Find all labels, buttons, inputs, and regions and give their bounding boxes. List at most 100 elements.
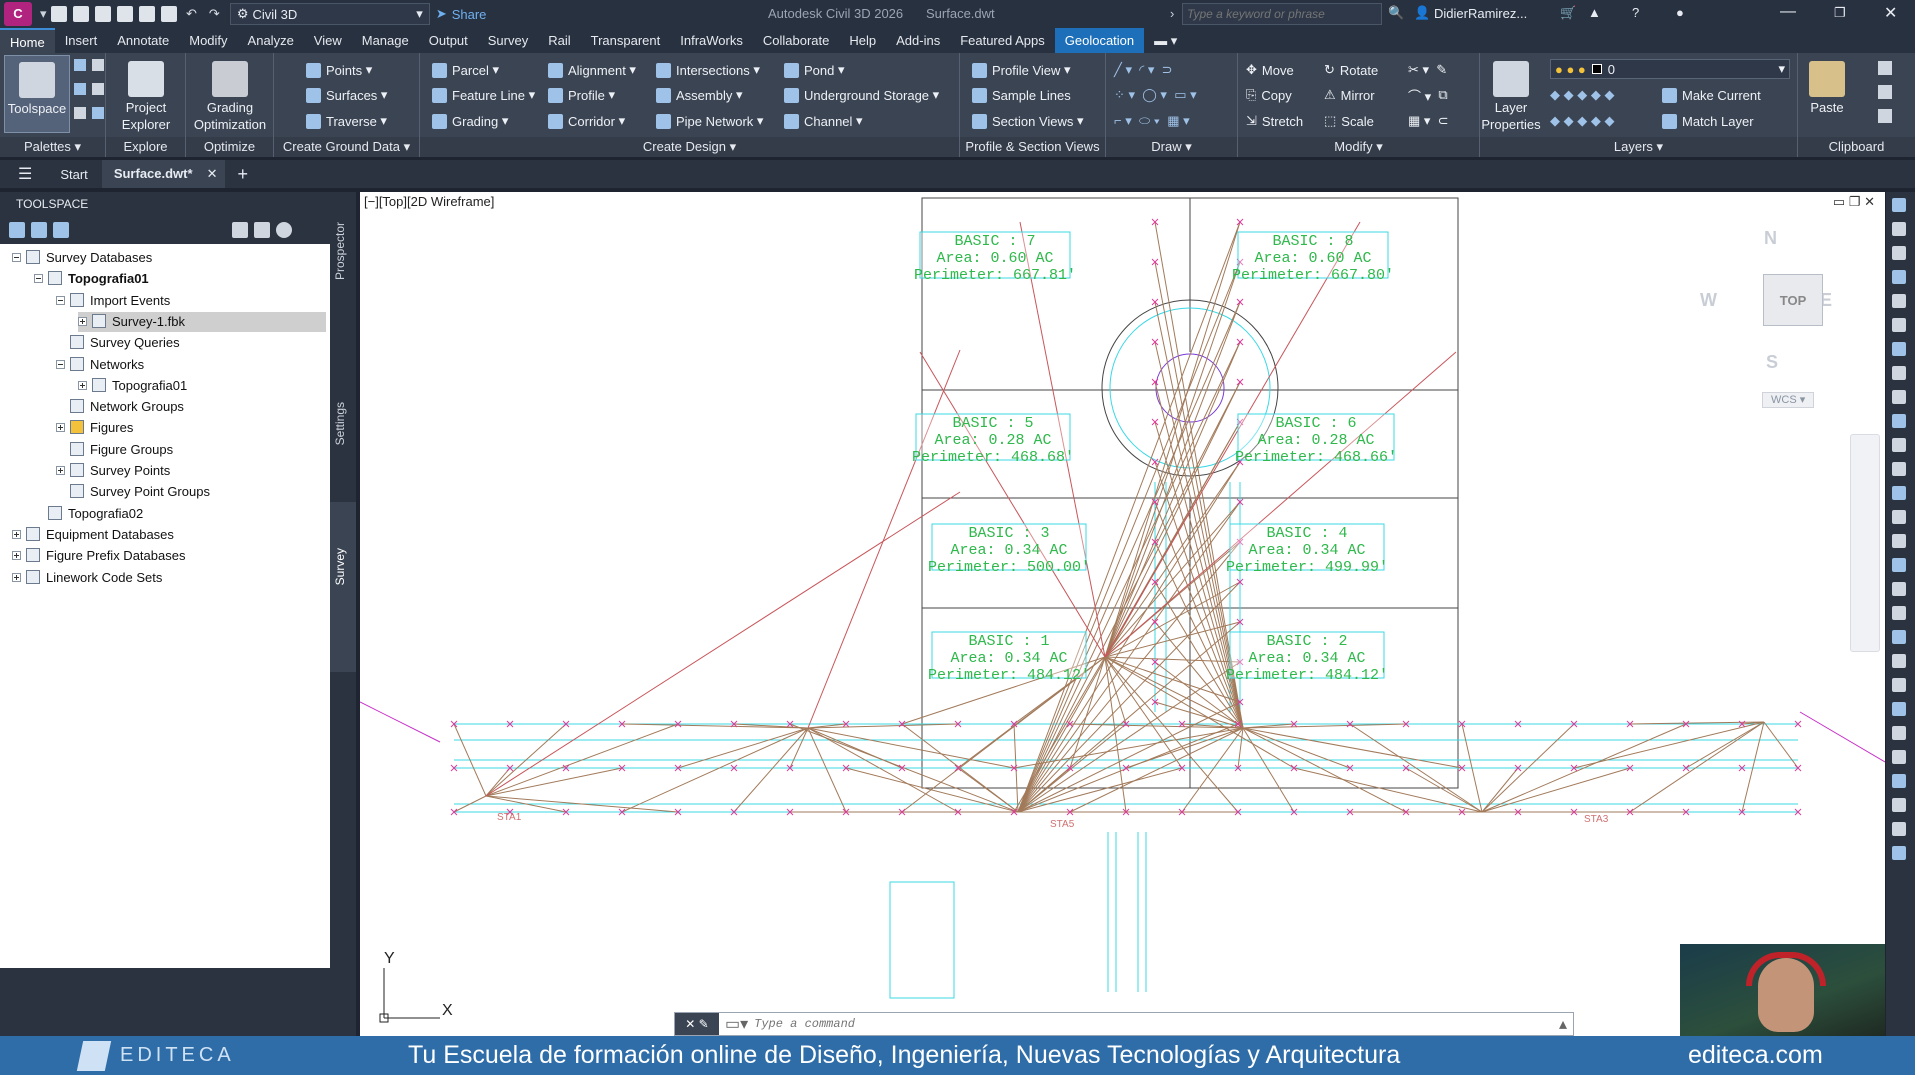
- side-tool-icon[interactable]: [1892, 390, 1906, 404]
- corridor-button[interactable]: Corridor ▾: [548, 110, 625, 132]
- ribbon-tab-rail[interactable]: Rail: [538, 28, 580, 53]
- workspace-dropdown[interactable]: ⚙ Civil 3D ▾: [229, 3, 430, 25]
- rotate-button[interactable]: ↻ Rotate: [1324, 59, 1378, 81]
- tree-toggle-icon[interactable]: [78, 380, 87, 390]
- drawing-viewport[interactable]: [−][Top][2D Wireframe] ▭ ❐ ✕ BASIC : 7 Ar…: [360, 192, 1885, 1036]
- side-tool-icon[interactable]: [1892, 294, 1906, 308]
- tree-item[interactable]: Survey-1.fbk: [78, 311, 326, 332]
- tree-item[interactable]: Figure Groups: [56, 440, 173, 460]
- line-tool[interactable]: ╱ ▾ ◜ ▾ ⊃: [1114, 59, 1173, 81]
- parcel-button[interactable]: Parcel ▾: [432, 59, 499, 81]
- command-input[interactable]: [754, 1014, 1559, 1034]
- layer-dropdown[interactable]: ● ● ● 0 ▾: [1550, 59, 1790, 79]
- ribbon-tab-insert[interactable]: Insert: [55, 28, 108, 53]
- tree-item[interactable]: Survey Queries: [56, 333, 180, 353]
- ribbon-tab-annotate[interactable]: Annotate: [107, 28, 179, 53]
- profile-button[interactable]: Profile ▾: [548, 84, 615, 106]
- layer-tools-row-2[interactable]: ◆ ◆ ◆ ◆ ◆: [1550, 110, 1614, 132]
- mirror-button[interactable]: ⚠ Mirror: [1324, 84, 1375, 106]
- ribbon-tab-survey[interactable]: Survey: [478, 28, 538, 53]
- ribbon-tab-output[interactable]: Output: [419, 28, 478, 53]
- tree-toggle-icon[interactable]: [56, 295, 65, 305]
- tree-toggle-icon[interactable]: [56, 423, 65, 433]
- tab-prospector[interactable]: Prospector: [333, 222, 347, 280]
- side-tool-icon[interactable]: [1892, 366, 1906, 380]
- side-tool-icon[interactable]: [1892, 534, 1906, 548]
- tree-toggle-icon[interactable]: [12, 572, 21, 582]
- side-tool-icon[interactable]: [1892, 822, 1906, 836]
- save-icon[interactable]: [95, 6, 111, 22]
- viewcube-west[interactable]: W: [1700, 290, 1717, 311]
- toolspace-help-icon[interactable]: [276, 222, 292, 238]
- tree-item[interactable]: Networks: [56, 355, 144, 375]
- tree-toggle-icon[interactable]: [12, 529, 21, 539]
- tree-item[interactable]: Survey Points: [56, 461, 170, 481]
- profile-view-button[interactable]: Profile View ▾: [972, 59, 1071, 81]
- tree-item[interactable]: Survey Point Groups: [56, 482, 210, 502]
- side-tool-icon[interactable]: [1892, 846, 1906, 860]
- share-button[interactable]: ➤ Share: [430, 0, 493, 28]
- section-views-button[interactable]: Section Views ▾: [972, 110, 1084, 132]
- stretch-button[interactable]: ⇲ Stretch: [1246, 110, 1303, 132]
- side-tool-icon[interactable]: [1892, 750, 1906, 764]
- intersections-button[interactable]: Intersections ▾: [656, 59, 760, 81]
- redo-icon[interactable]: ↷: [203, 0, 226, 28]
- cad-drawing[interactable]: BASIC : 7Area: 0.60 ACPerimeter: 667.81'…: [360, 192, 1885, 1036]
- grading-optimization-button[interactable]: Grading Optimization: [186, 55, 274, 133]
- open-web-icon[interactable]: [139, 6, 155, 22]
- side-tool-icon[interactable]: [1892, 198, 1906, 212]
- surfaces-button[interactable]: Surfaces ▾: [306, 84, 387, 106]
- tree-item[interactable]: Topografia01: [78, 376, 187, 396]
- tree-toggle-icon[interactable]: [78, 316, 87, 326]
- channel-button[interactable]: Channel ▾: [784, 110, 863, 132]
- tree-item[interactable]: Survey Databases: [12, 248, 152, 268]
- side-tool-icon[interactable]: [1892, 798, 1906, 812]
- ribbon-tab-add-ins[interactable]: Add-ins: [886, 28, 950, 53]
- open-icon[interactable]: [73, 6, 89, 22]
- hatch-tool[interactable]: ⌐ ▾ ⬭ ▾ ▦ ▾: [1114, 110, 1190, 132]
- tree-item[interactable]: Topografia02: [34, 504, 143, 524]
- side-tool-icon[interactable]: [1892, 270, 1906, 284]
- sample-lines-button[interactable]: Sample Lines: [972, 84, 1071, 106]
- palettes-label[interactable]: Palettes ▾: [0, 137, 105, 157]
- create-ground-data-label[interactable]: Create Ground Data ▾: [274, 137, 419, 157]
- pipe-network-button[interactable]: Pipe Network ▾: [656, 110, 763, 132]
- layer-properties-button[interactable]: Layer Properties: [1480, 55, 1542, 133]
- pond-button[interactable]: Pond ▾: [784, 59, 845, 81]
- search-input[interactable]: [1182, 3, 1382, 25]
- ribbon-tab-transparent[interactable]: Transparent: [581, 28, 671, 53]
- tree-item[interactable]: Topografia01: [34, 269, 149, 289]
- ribbon-tab-view[interactable]: View: [304, 28, 352, 53]
- app-menu-chevron-icon[interactable]: ▾: [34, 0, 48, 28]
- search-icon[interactable]: 🔍: [1388, 5, 1404, 21]
- wcs-menu[interactable]: WCS ▾: [1762, 392, 1814, 408]
- side-tool-icon[interactable]: [1892, 606, 1906, 620]
- viewcube-south[interactable]: S: [1766, 352, 1778, 373]
- close-icon[interactable]: ✕: [1884, 3, 1897, 23]
- cut-icon[interactable]: [1878, 61, 1892, 75]
- properties-icon[interactable]: [74, 107, 86, 119]
- layers-label[interactable]: Layers ▾: [1480, 137, 1797, 157]
- modify-label[interactable]: Modify ▾: [1238, 137, 1479, 157]
- alignment-button[interactable]: Alignment ▾: [548, 59, 636, 81]
- create-design-label[interactable]: Create Design ▾: [420, 137, 959, 157]
- help-icon[interactable]: ?: [1632, 5, 1639, 20]
- command-close-icon[interactable]: ✕ ✎: [675, 1013, 719, 1035]
- survey-settings-icon[interactable]: [31, 222, 47, 238]
- toolbox-icon[interactable]: [92, 83, 104, 95]
- side-tool-icon[interactable]: [1892, 510, 1906, 524]
- traverse-button[interactable]: Traverse ▾: [306, 110, 387, 132]
- copy-clip-icon[interactable]: [1878, 85, 1892, 99]
- app-menu-button[interactable]: C: [4, 2, 32, 26]
- tab-surface[interactable]: Surface.dwt*: [101, 160, 199, 188]
- toolspace-button[interactable]: Toolspace: [4, 55, 70, 133]
- survey-database-icon[interactable]: [9, 222, 25, 238]
- ribbon-tab-manage[interactable]: Manage: [352, 28, 419, 53]
- array-button[interactable]: ▦ ▾ ⊂: [1408, 110, 1449, 132]
- layer-tools-row-1[interactable]: ◆ ◆ ◆ ◆ ◆: [1550, 84, 1614, 106]
- tree-toggle-icon[interactable]: [56, 359, 65, 369]
- copy-base-icon[interactable]: [1878, 109, 1892, 123]
- user-account[interactable]: DidierRamirez...: [1434, 6, 1527, 21]
- navigation-bar[interactable]: [1850, 434, 1880, 652]
- paste-button[interactable]: Paste: [1802, 55, 1852, 116]
